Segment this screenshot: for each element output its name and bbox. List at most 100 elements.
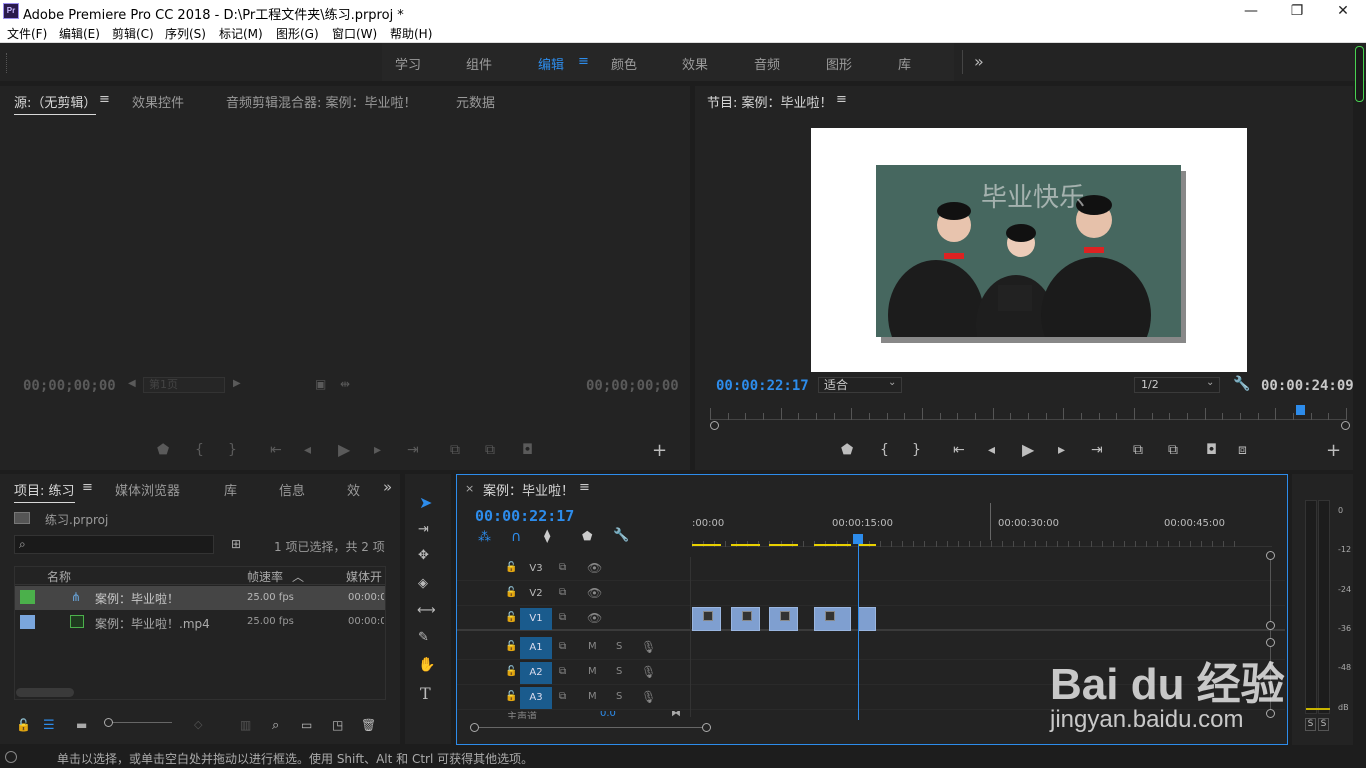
- workspace-libraries[interactable]: 库: [898, 54, 911, 73]
- menu-file[interactable]: 文件(F): [7, 25, 47, 42]
- close-button[interactable]: ✕: [1320, 0, 1366, 23]
- menu-graphics[interactable]: 图形(G): [276, 25, 319, 42]
- type-tool-icon[interactable]: T: [420, 684, 431, 703]
- menu-marker[interactable]: 标记(M): [219, 25, 263, 42]
- master-volume[interactable]: 0.0: [600, 711, 616, 719]
- wrench-icon[interactable]: 🔧: [613, 528, 629, 543]
- video-clip[interactable]: [858, 607, 877, 631]
- go-to-end-icon[interactable]: ⧓: [671, 711, 681, 719]
- sync-lock-icon[interactable]: ⧉: [559, 587, 566, 598]
- add-marker-icon[interactable]: ⬟: [582, 529, 592, 543]
- tab-info[interactable]: 信息: [279, 480, 305, 499]
- new-bin-from-search-icon[interactable]: ⊞: [231, 537, 241, 551]
- scrollbar-thumb[interactable]: [1355, 46, 1364, 102]
- track-target-v2[interactable]: V2: [520, 583, 552, 605]
- list-view-icon[interactable]: ☰: [43, 718, 55, 733]
- go-to-in-icon[interactable]: ⇤: [270, 442, 282, 458]
- play-icon[interactable]: ▶: [1022, 440, 1034, 459]
- sort-icon[interactable]: ◇: [194, 718, 202, 731]
- lock-icon[interactable]: 🔓: [505, 641, 517, 652]
- zoom-handle-right[interactable]: [1341, 421, 1350, 430]
- horizontal-scrollbar[interactable]: [16, 688, 74, 697]
- menu-sequence[interactable]: 序列(S): [165, 25, 206, 42]
- workspace-graphics[interactable]: 图形: [826, 54, 852, 73]
- video-clip[interactable]: [692, 607, 721, 631]
- tab-metadata[interactable]: 元数据: [456, 92, 495, 111]
- slip-tool-icon[interactable]: ⟷: [417, 603, 436, 618]
- workspace-overflow-button[interactable]: »: [974, 52, 984, 71]
- tab-source[interactable]: 源:（无剪辑）: [14, 92, 97, 115]
- program-playhead[interactable]: [1295, 405, 1305, 415]
- add-marker-icon[interactable]: ⬟: [157, 442, 169, 458]
- go-to-in-icon[interactable]: ⇤: [953, 442, 965, 458]
- workspace-editing[interactable]: 编辑: [538, 54, 564, 73]
- overwrite-icon[interactable]: ⧉: [485, 442, 495, 458]
- program-time-ruler[interactable]: [710, 404, 1347, 420]
- sync-lock-icon[interactable]: ⧉: [559, 666, 566, 677]
- sync-lock-icon[interactable]: ⧉: [559, 641, 566, 652]
- lock-icon[interactable]: 🔓: [505, 612, 517, 623]
- tab-audio-clip-mixer[interactable]: 音频剪辑混合器: 案例：毕业啦！: [226, 92, 417, 111]
- zoom-slider-thumb[interactable]: [104, 718, 113, 727]
- new-item-icon[interactable]: ◳: [332, 718, 343, 732]
- tab-project[interactable]: 项目: 练习: [14, 480, 75, 503]
- mark-in-icon[interactable]: {: [195, 442, 204, 458]
- mark-in-icon[interactable]: {: [880, 442, 889, 458]
- scroll-handle[interactable]: [1266, 551, 1275, 560]
- step-back-icon[interactable]: ◂: [304, 442, 311, 458]
- workspace-learn[interactable]: 学习: [395, 54, 421, 73]
- lock-icon[interactable]: 🔓: [505, 562, 517, 573]
- timeline-zoom-bar[interactable]: [474, 727, 706, 728]
- razor-tool-icon[interactable]: ◈: [418, 576, 428, 591]
- find-icon[interactable]: ⌕: [272, 718, 279, 733]
- snap-icon[interactable]: ∩: [511, 529, 521, 545]
- tab-sequence[interactable]: 案例：毕业啦！: [483, 480, 574, 499]
- eye-icon[interactable]: 👁: [587, 586, 602, 600]
- step-forward-icon[interactable]: ▸: [1058, 442, 1065, 458]
- timeline-playhead[interactable]: [853, 534, 864, 544]
- video-clip[interactable]: [730, 607, 760, 631]
- maximize-button[interactable]: ❐: [1274, 0, 1320, 23]
- workspace-color[interactable]: 颜色: [611, 54, 637, 73]
- trash-icon[interactable]: 🗑: [361, 718, 376, 732]
- camera-icon[interactable]: ◘: [1206, 442, 1217, 458]
- wrench-icon[interactable]: 🔧: [1233, 376, 1250, 392]
- export-frame-icon[interactable]: ▣: [315, 377, 326, 391]
- menu-window[interactable]: 窗口(W): [332, 25, 377, 42]
- zoom-slider-track[interactable]: [104, 722, 172, 723]
- solo-right-button[interactable]: S: [1318, 718, 1329, 731]
- track-target-a3[interactable]: A3: [520, 687, 552, 709]
- insert-icon[interactable]: ⧉: [450, 442, 460, 458]
- lock-icon[interactable]: 🔓: [505, 666, 517, 677]
- add-button-icon[interactable]: +: [1326, 440, 1341, 461]
- workspace-effects[interactable]: 效果: [682, 54, 708, 73]
- settings-icon[interactable]: ⇹: [340, 377, 350, 391]
- close-tab-icon[interactable]: ×: [465, 482, 474, 495]
- panel-menu-icon[interactable]: ≡: [82, 480, 93, 495]
- next-page-icon[interactable]: ▶: [233, 378, 241, 389]
- mute-button[interactable]: M: [588, 641, 597, 652]
- lock-icon[interactable]: 🔓: [505, 587, 517, 598]
- go-to-out-icon[interactable]: ⇥: [1091, 442, 1103, 458]
- page-select[interactable]: 第1页: [143, 377, 225, 393]
- solo-button[interactable]: S: [616, 641, 622, 652]
- play-icon[interactable]: ▶: [338, 440, 350, 459]
- sync-lock-icon[interactable]: ⧉: [559, 562, 566, 573]
- add-marker-icon[interactable]: ⬟: [841, 442, 853, 458]
- project-search-input[interactable]: [14, 535, 214, 554]
- automate-icon[interactable]: ▥: [240, 718, 251, 732]
- solo-left-button[interactable]: S: [1305, 718, 1316, 731]
- go-to-out-icon[interactable]: ⇥: [407, 442, 419, 458]
- icon-view-icon[interactable]: ▬: [76, 718, 87, 732]
- solo-button[interactable]: S: [616, 666, 622, 677]
- zoom-handle-right[interactable]: [702, 723, 711, 732]
- mark-out-icon[interactable]: }: [228, 442, 237, 458]
- video-clip[interactable]: [813, 607, 851, 631]
- tab-program[interactable]: 节目: 案例：毕业啦！: [707, 92, 833, 111]
- menu-help[interactable]: 帮助(H): [390, 25, 432, 42]
- panel-menu-icon[interactable]: ≡: [99, 92, 110, 107]
- source-timecode[interactable]: 00;00;00;00: [23, 378, 116, 394]
- mute-button[interactable]: M: [588, 691, 597, 702]
- prev-page-icon[interactable]: ◀: [128, 378, 136, 389]
- track-target-v3[interactable]: V3: [520, 558, 552, 580]
